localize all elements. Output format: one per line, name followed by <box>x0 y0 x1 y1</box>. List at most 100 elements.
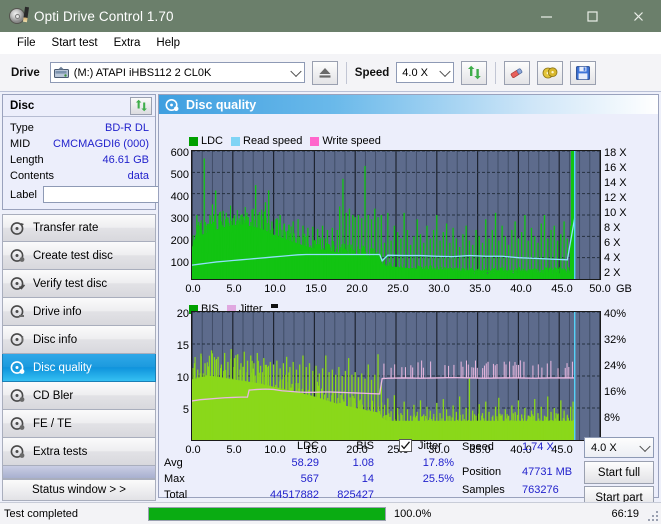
disc-quality-icon <box>10 360 25 375</box>
ldc-xtick: 5.0 <box>226 283 242 295</box>
ldc-ytick: 500 <box>170 169 189 181</box>
ldc-y2tick: 2 X <box>604 267 621 279</box>
toolbar: Drive (M:) ATAPI iHBS112 2 CL0K Speed 4.… <box>0 54 661 92</box>
maximize-icon[interactable] <box>569 0 615 32</box>
ldc-xtick: 30.0 <box>428 283 450 295</box>
floppy-save-icon <box>576 65 591 80</box>
position-value: 47731 MB <box>522 466 573 478</box>
eject-button[interactable] <box>311 60 338 85</box>
drive-label: Drive <box>11 66 40 79</box>
results-row-max-name: Max <box>164 473 185 485</box>
ldc-ytick: 400 <box>170 191 189 203</box>
drive-value: (M:) ATAPI iHBS112 2 CL0K <box>73 66 212 79</box>
disc-info-box: Disc Type BD-R DL MID CMCMAGDI6 (000) Le… <box>2 94 245 210</box>
bis-y2tick: 40% <box>604 308 627 320</box>
ldc-xtick: 35.0 <box>469 283 491 295</box>
disc-label-row: Label <box>3 184 245 205</box>
drive-select[interactable]: (M:) ATAPI iHBS112 2 CL0K <box>49 62 305 83</box>
menu-bar: File Start test Extra Help <box>0 32 661 54</box>
refresh-icon <box>135 99 148 112</box>
disc-box-title: Disc <box>10 99 35 112</box>
test-speed-select[interactable]: 4.0 X <box>584 437 654 458</box>
results-total-ldc: 44517882 <box>270 489 319 501</box>
chevron-down-icon <box>439 65 451 77</box>
bis-y2tick: 24% <box>604 360 627 372</box>
menu-file[interactable]: File <box>9 35 44 51</box>
chevron-down-icon <box>639 440 651 452</box>
ldc-y2tick: 12 X <box>604 192 627 204</box>
bis-y2tick: 16% <box>604 386 627 398</box>
drive-icon <box>53 66 70 80</box>
sidebar-item-create-test-disc[interactable]: Create test disc <box>2 242 156 270</box>
app-window: Opti Drive Control 1.70 File Start test … <box>0 0 661 524</box>
disc-row-value: data <box>127 170 149 182</box>
ldc-xtick: 25.0 <box>387 283 409 295</box>
sidebar-item-fe-te[interactable]: FE / TE <box>2 410 156 438</box>
menu-extra[interactable]: Extra <box>106 35 149 51</box>
sidebar-item-verify-test-disc[interactable]: Verify test disc <box>2 270 156 298</box>
disc-rate-icon <box>10 221 25 236</box>
sidebar-item-extra-tests[interactable]: Extra tests <box>2 438 156 466</box>
ldc-xtick: 40.0 <box>510 283 532 295</box>
page-title: Disc quality <box>186 97 257 112</box>
menu-start-test[interactable]: Start test <box>44 35 106 51</box>
resize-grip-icon[interactable] <box>647 510 658 521</box>
sidebar-item-label: Verify test disc <box>33 277 108 290</box>
minimize-icon[interactable] <box>523 0 569 32</box>
drive-info-icon <box>10 304 25 319</box>
test-speed-value: 4.0 X <box>591 441 617 454</box>
refresh-button[interactable] <box>461 60 488 85</box>
disc-info-icon <box>10 332 25 347</box>
bis-plot-area <box>191 311 601 441</box>
eject-icon <box>318 67 332 79</box>
legend-label: Write speed <box>322 135 381 147</box>
progress-bar <box>148 506 386 521</box>
sidebar-item-disc-info[interactable]: Disc info <box>2 326 156 354</box>
disc-row-value: 46.61 GB <box>102 154 149 166</box>
start-full-button[interactable]: Start full <box>584 461 654 484</box>
disc-row-key: MID <box>10 138 31 150</box>
speed-result-value: 1.74 X <box>522 441 554 453</box>
samples-label: Samples <box>462 484 505 496</box>
bis-y2tick: 32% <box>604 334 627 346</box>
ldc-chart-legend: LDC Read speed Write speed <box>189 135 386 147</box>
ldc-ytick: 100 <box>170 257 189 269</box>
window-title: Opti Drive Control 1.70 <box>34 8 174 24</box>
results-total-bis: 825427 <box>337 489 374 501</box>
sidebar-item-disc-quality[interactable]: Disc quality <box>2 354 156 382</box>
legend-item-write-speed: Write speed <box>310 135 381 147</box>
legend-swatch <box>310 136 320 146</box>
title-bar: Opti Drive Control 1.70 <box>0 0 661 32</box>
legend-item-ldc: LDC <box>189 135 223 147</box>
window-controls <box>523 0 661 32</box>
disc-refresh-button[interactable] <box>130 96 152 115</box>
ldc-y2tick: 16 X <box>604 162 627 174</box>
disc-row-key: Length <box>10 154 44 166</box>
disc-row-key: Contents <box>10 170 55 182</box>
legend-swatch <box>189 136 198 146</box>
erase-button[interactable] <box>504 60 531 85</box>
content-panel: Disc quality LDC Read speed Write speed <box>158 94 659 509</box>
sidebar-item-label: Create test disc <box>33 249 113 262</box>
sidebar-item-cd-bler[interactable]: CD Bler <box>2 382 156 410</box>
disc-create-icon <box>10 248 25 263</box>
eraser-icon <box>509 66 525 80</box>
menu-help[interactable]: Help <box>148 35 188 51</box>
status-message: Test completed <box>4 507 78 520</box>
status-window-button[interactable]: Status window > > <box>2 479 156 501</box>
results-max-jitter: 25.5% <box>422 473 454 485</box>
legend-label: LDC <box>201 135 224 147</box>
sidebar-item-transfer-rate[interactable]: Transfer rate <box>2 214 156 242</box>
jitter-checkbox[interactable] <box>399 439 412 452</box>
tools-button[interactable] <box>537 60 564 85</box>
ldc-ytick: 600 <box>170 147 189 159</box>
ldc-y2tick: 10 X <box>604 207 627 219</box>
close-icon[interactable] <box>615 0 661 32</box>
results-max-bis: 14 <box>361 473 374 485</box>
speed-select[interactable]: 4.0 X <box>396 62 455 83</box>
ldc-ytick: 200 <box>170 235 189 247</box>
sidebar-item-drive-info[interactable]: Drive info <box>2 298 156 326</box>
save-button[interactable] <box>570 60 597 85</box>
ldc-y2tick: 4 X <box>604 252 621 264</box>
ldc-y2tick: 6 X <box>604 237 621 249</box>
